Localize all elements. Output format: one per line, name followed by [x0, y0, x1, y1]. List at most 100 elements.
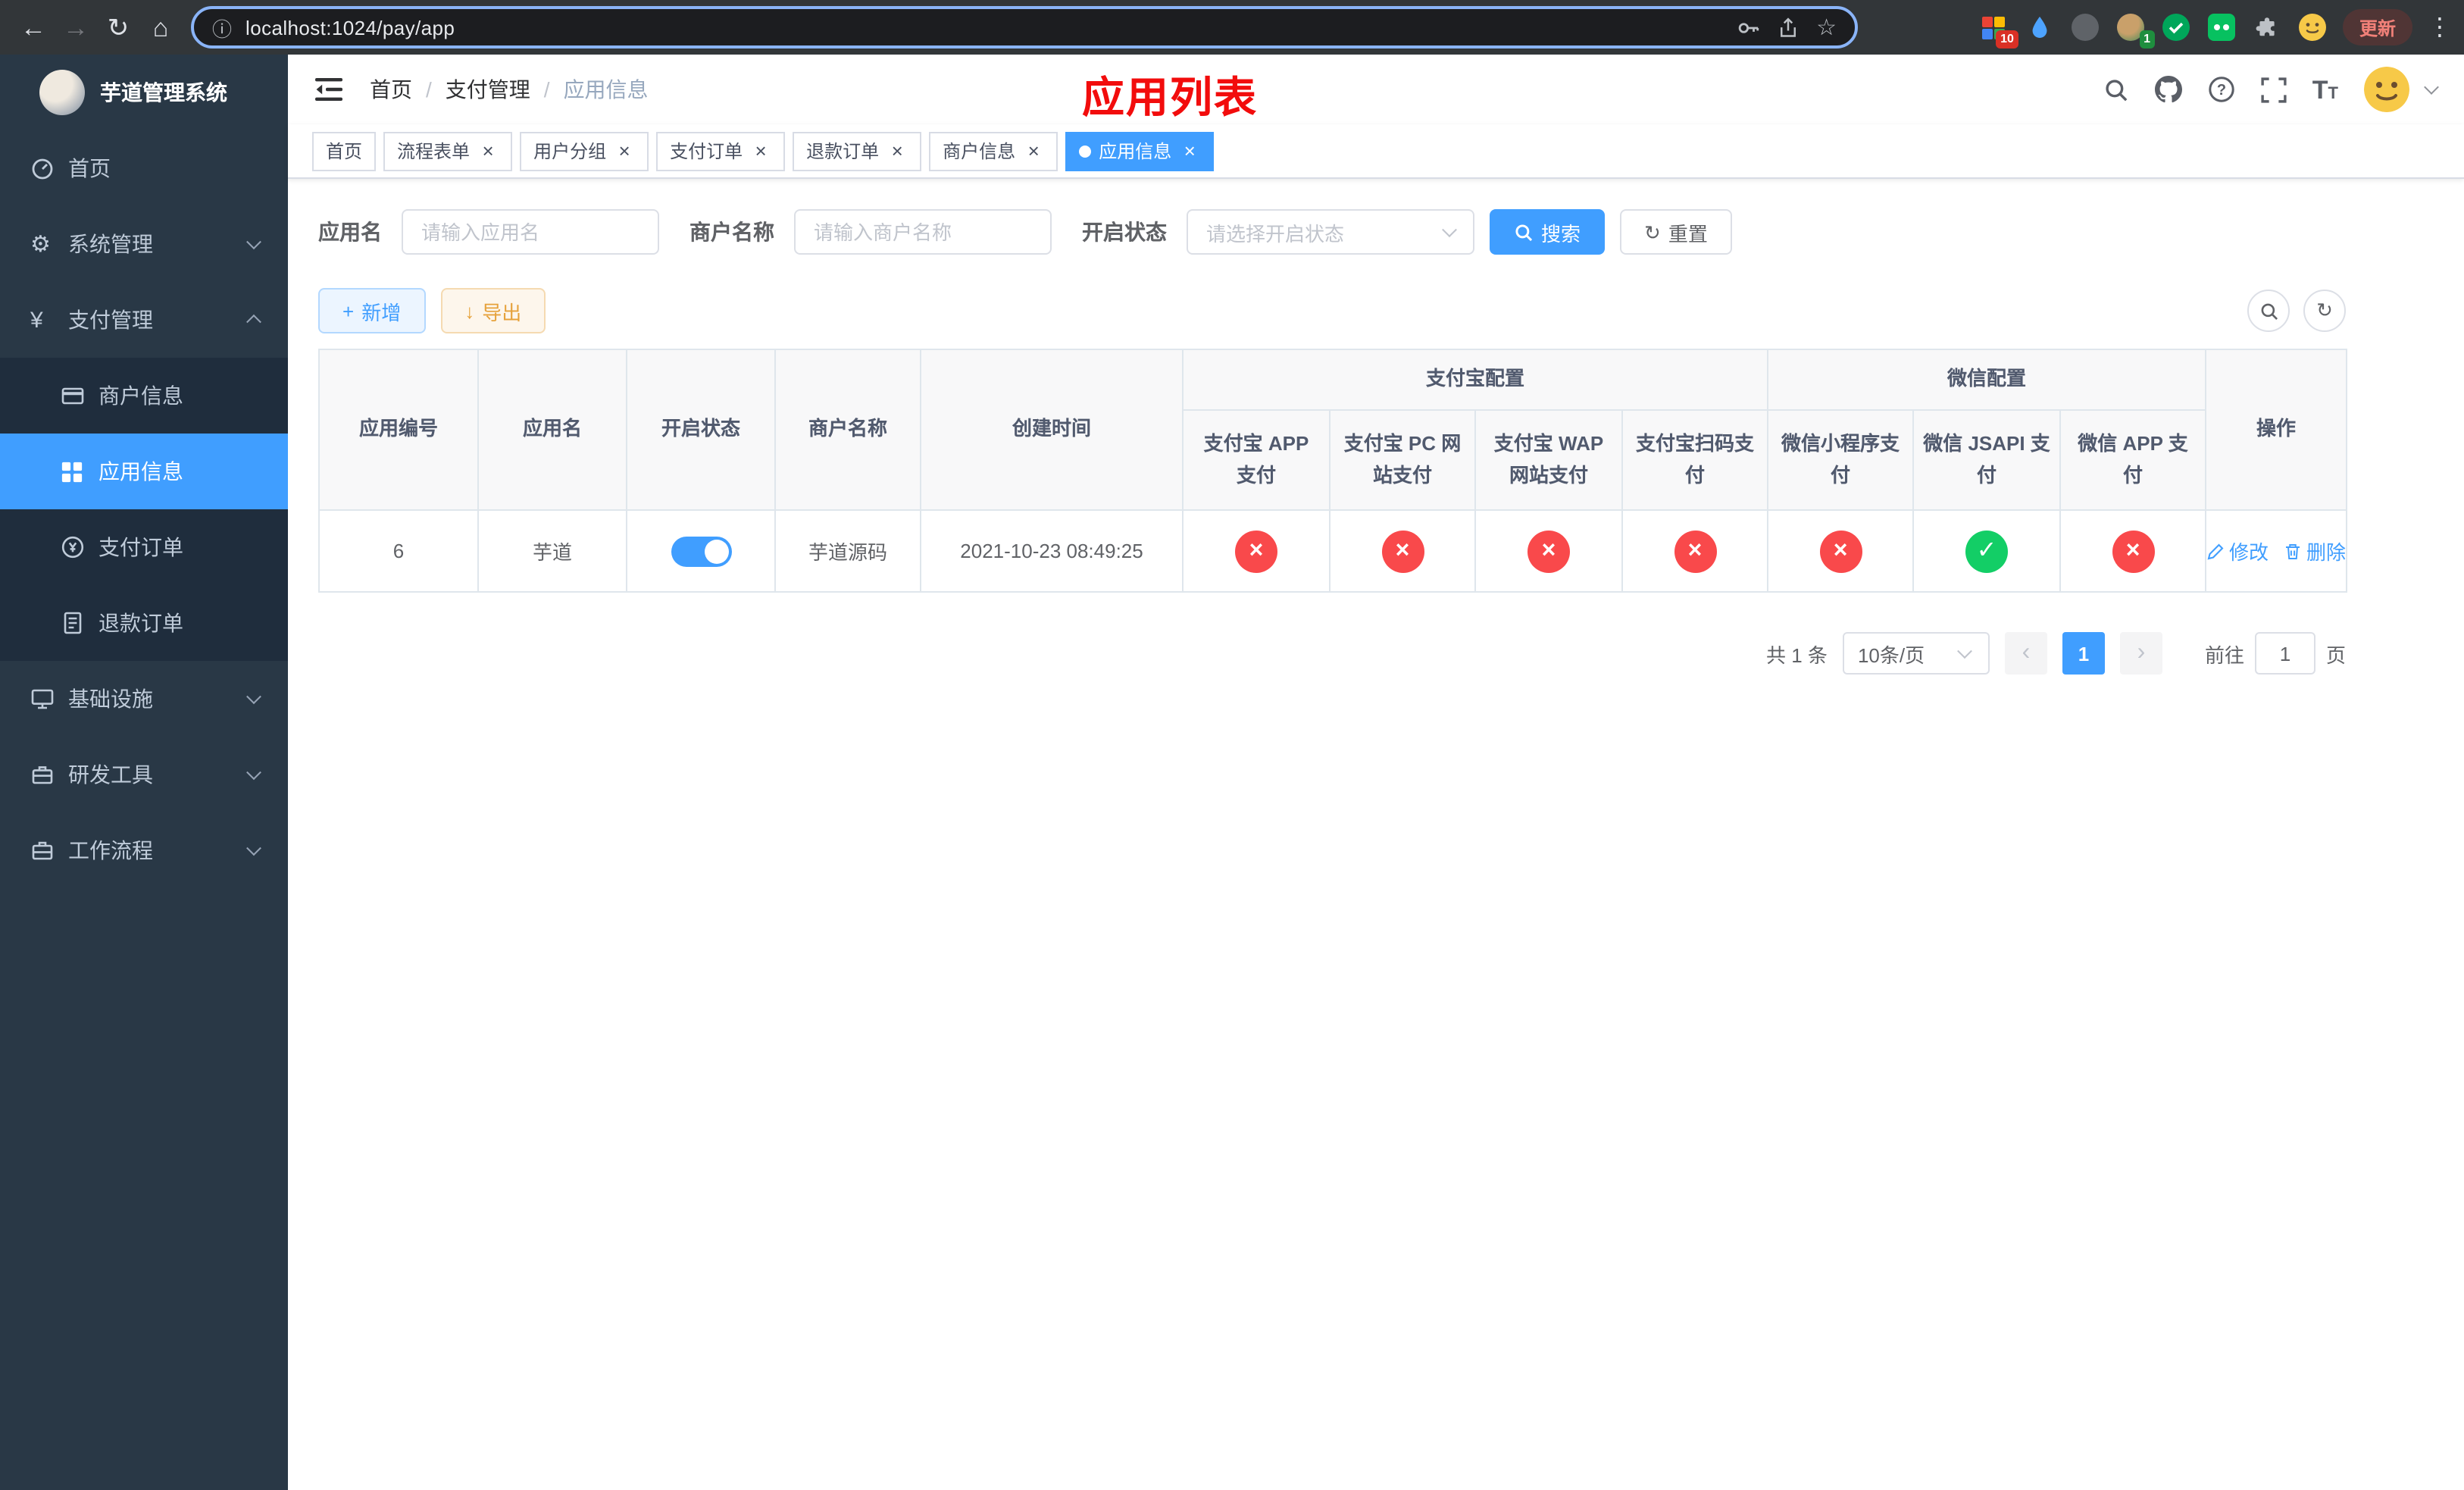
- app-title: 芋道管理系统: [100, 80, 227, 105]
- tab-user-group[interactable]: 用户分组 ×: [520, 131, 649, 171]
- site-info-icon[interactable]: ⓘ: [212, 13, 232, 42]
- app-name-input[interactable]: [402, 209, 659, 255]
- bookmark-star-icon[interactable]: ☆: [1816, 14, 1837, 41]
- status-toggle[interactable]: [671, 536, 731, 566]
- sidebar-item-merchant-info[interactable]: 商户信息: [0, 358, 288, 434]
- sidebar-item-label: 系统管理: [68, 232, 153, 256]
- extension-profile-icon[interactable]: 1: [2115, 12, 2155, 49]
- breadcrumb-home[interactable]: 首页: [370, 74, 412, 105]
- pagination: 共 1 条 10条/页 ‹ 1 › 前往 页: [318, 632, 2346, 675]
- close-icon[interactable]: ×: [1179, 140, 1200, 161]
- search-button-label: 搜索: [1541, 222, 1581, 245]
- sidebar-item-refund-order[interactable]: 退款订单: [0, 585, 288, 661]
- delete-button[interactable]: 删除: [2284, 537, 2346, 565]
- sidebar-item-dev-tools[interactable]: 研发工具: [0, 737, 288, 812]
- search-icon[interactable]: [2103, 77, 2129, 102]
- document-icon: [61, 611, 98, 635]
- refresh-table-button[interactable]: ↻: [2303, 290, 2346, 332]
- next-page-button[interactable]: ›: [2119, 632, 2162, 675]
- update-label: 更新: [2359, 17, 2396, 39]
- alipay-wap-disabled-icon: ×: [1527, 530, 1570, 572]
- sidebar: 芋道管理系统 首页 ⚙ 系统管理 ¥ 支付管理 商户信息 应用信息 支付订单 退…: [0, 55, 288, 1490]
- export-button[interactable]: ↓ 导出: [440, 288, 546, 333]
- sidebar-item-home[interactable]: 首页: [0, 130, 288, 206]
- github-icon[interactable]: [2154, 76, 2182, 103]
- col-header-create-time: 创建时间: [920, 349, 1184, 511]
- app-logo[interactable]: 芋道管理系统: [0, 55, 288, 130]
- browser-reload-button[interactable]: ↻: [97, 6, 139, 49]
- close-icon[interactable]: ×: [886, 140, 908, 161]
- refresh-icon: ↻: [2316, 299, 2333, 321]
- col-header-ops: 操作: [2205, 349, 2348, 511]
- address-bar[interactable]: ⓘ localhost:1024/pay/app ☆: [191, 6, 1858, 49]
- trash-icon: [2286, 543, 2300, 559]
- hamburger-icon[interactable]: [315, 77, 342, 102]
- grid-icon: [61, 460, 98, 483]
- tab-app-info[interactable]: 应用信息 ×: [1065, 131, 1215, 171]
- user-avatar[interactable]: [2364, 67, 2409, 112]
- extension-drop-icon[interactable]: [2025, 12, 2055, 42]
- sidebar-item-infra[interactable]: 基础设施: [0, 661, 288, 737]
- browser-menu-icon[interactable]: ⋮: [2428, 12, 2452, 42]
- add-button[interactable]: + 新增: [318, 288, 426, 333]
- sidebar-item-app-info[interactable]: 应用信息: [0, 434, 288, 509]
- sidebar-item-pay[interactable]: ¥ 支付管理: [0, 282, 288, 358]
- breadcrumb-pay[interactable]: 支付管理: [446, 74, 530, 105]
- sidebar-item-label: 退款订单: [98, 611, 183, 635]
- extension-badge: 1: [2139, 30, 2155, 49]
- pencil-icon: [2207, 543, 2224, 559]
- wx-mini-disabled-icon: ×: [1819, 530, 1862, 572]
- font-size-icon[interactable]: TT: [2312, 77, 2338, 102]
- share-icon[interactable]: [1777, 16, 1798, 39]
- col-header-alipay-pc: 支付宝 PC 网站支付: [1329, 409, 1476, 511]
- group-header-wechat: 微信配置: [1767, 349, 2207, 411]
- merchant-name-input[interactable]: [794, 209, 1052, 255]
- col-header-wx-mini: 微信小程序支付: [1767, 409, 1915, 511]
- help-icon[interactable]: ?: [2208, 76, 2235, 103]
- close-icon[interactable]: ×: [750, 140, 771, 161]
- alipay-pc-disabled-icon: ×: [1381, 530, 1424, 572]
- wx-jsapi-enabled-icon: ✓: [1965, 530, 2009, 572]
- tab-home[interactable]: 首页: [312, 131, 377, 171]
- extension-check-icon[interactable]: [2161, 12, 2191, 42]
- extension-grid-icon[interactable]: 10: [1979, 12, 2018, 49]
- sidebar-item-pay-order[interactable]: 支付订单: [0, 509, 288, 585]
- sidebar-item-system[interactable]: ⚙ 系统管理: [0, 206, 288, 282]
- tab-merchant-info[interactable]: 商户信息 ×: [929, 131, 1058, 171]
- current-page-button[interactable]: 1: [2062, 632, 2105, 675]
- extensions-puzzle-icon[interactable]: [2252, 12, 2282, 42]
- reset-button[interactable]: ↻ 重置: [1620, 209, 1732, 255]
- table-row: 6 芋道 芋道源码 2021-10-23 08:49:25 × × × × × …: [318, 509, 2348, 593]
- page-size-select[interactable]: 10条/页: [1842, 632, 1990, 675]
- briefcase-icon: [30, 838, 68, 862]
- close-icon[interactable]: ×: [1023, 140, 1044, 161]
- close-icon[interactable]: ×: [614, 140, 635, 161]
- goto-page-input[interactable]: [2254, 632, 2315, 675]
- chevron-down-icon[interactable]: [2424, 79, 2439, 94]
- browser-extensions-area: 10 1 更新 ⋮: [1979, 9, 2452, 49]
- password-key-icon[interactable]: [1736, 16, 1759, 39]
- browser-home-button[interactable]: ⌂: [139, 6, 182, 49]
- extension-dark-icon[interactable]: [2070, 12, 2100, 42]
- tab-process-form[interactable]: 流程表单 ×: [383, 131, 513, 171]
- tab-pay-order[interactable]: 支付订单 ×: [656, 131, 786, 171]
- browser-forward-button[interactable]: →: [55, 6, 97, 49]
- prev-page-button[interactable]: ‹: [2004, 632, 2047, 675]
- search-button[interactable]: 搜索: [1490, 209, 1606, 255]
- tab-refund-order[interactable]: 退款订单 ×: [793, 131, 922, 171]
- sidebar-item-workflow[interactable]: 工作流程: [0, 812, 288, 888]
- browser-back-button[interactable]: ←: [12, 6, 55, 49]
- tab-label: 应用信息: [1099, 141, 1172, 162]
- browser-profile-avatar[interactable]: [2297, 12, 2328, 42]
- show-search-button[interactable]: [2247, 290, 2290, 332]
- status-select[interactable]: 请选择开启状态: [1187, 209, 1474, 255]
- breadcrumb-separator: /: [543, 77, 550, 102]
- browser-update-button[interactable]: 更新: [2342, 9, 2412, 45]
- edit-button[interactable]: 修改: [2206, 537, 2269, 565]
- page-size-value: 10条/页: [1857, 643, 1925, 666]
- fullscreen-icon[interactable]: [2261, 77, 2287, 102]
- pay-submenu: 商户信息 应用信息 支付订单 退款订单: [0, 358, 288, 661]
- extension-wechat-icon[interactable]: [2206, 12, 2237, 42]
- close-icon[interactable]: ×: [477, 140, 499, 161]
- sidebar-item-label: 商户信息: [98, 383, 183, 408]
